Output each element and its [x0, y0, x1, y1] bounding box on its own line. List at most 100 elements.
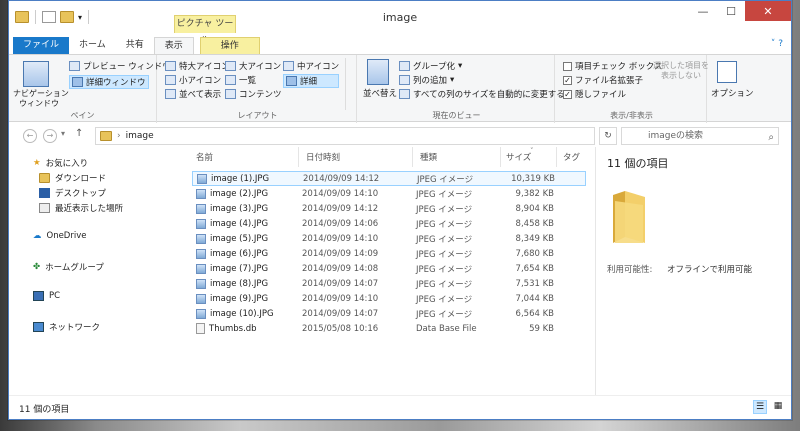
ribbon: ナビゲーション ウィンドウ プレビュー ウィンドウ 詳細ウィンドウ ペイン 特大…: [9, 54, 791, 123]
column-header-date[interactable]: 日付時刻: [306, 151, 340, 163]
layout-small-icons[interactable]: 小アイコン: [165, 74, 221, 86]
layout-label: 詳細: [300, 77, 318, 87]
minimize-button[interactable]: —: [689, 1, 717, 21]
file-row[interactable]: image (3).JPG 2014/09/09 14:12 JPEG イメージ 8,…: [192, 201, 586, 216]
layout-gallery-scrollbar[interactable]: [345, 58, 355, 110]
preview-pane-button[interactable]: プレビュー ウィンドウ: [69, 60, 171, 72]
layout-icon: [225, 61, 236, 71]
column-divider[interactable]: [500, 147, 501, 167]
column-divider[interactable]: [556, 147, 557, 167]
navigation-pane-button[interactable]: ナビゲーション ウィンドウ: [13, 89, 69, 109]
add-column-label: 列の追加: [413, 76, 448, 86]
image-file-icon: [196, 218, 206, 229]
up-arrow-icon[interactable]: ↑: [75, 128, 83, 139]
forward-button[interactable]: →: [43, 129, 57, 143]
file-row[interactable]: image (5).JPG 2014/09/09 14:10 JPEG イメージ 8,…: [192, 231, 586, 246]
layout-tiles[interactable]: 並べて表示: [165, 88, 221, 100]
file-date: 2014/09/09 14:07: [302, 308, 379, 319]
details-view-button[interactable]: ☰: [753, 400, 767, 414]
tab-manage[interactable]: 操作: [199, 37, 260, 55]
tab-view[interactable]: 表示: [153, 37, 194, 55]
hide-selected-button[interactable]: 選択した項目を 表示しない: [653, 61, 709, 81]
column-header-name[interactable]: 名前: [196, 151, 213, 163]
file-name: Thumbs.db: [209, 323, 257, 334]
nav-item-network[interactable]: ネットワーク: [33, 321, 100, 333]
file-row[interactable]: image (9).JPG 2014/09/09 14:10 JPEG イメージ 7,…: [192, 291, 586, 306]
fit-columns-button[interactable]: すべての列のサイズを自動的に変更する: [399, 88, 565, 100]
back-button[interactable]: ←: [23, 129, 37, 143]
tab-share[interactable]: 共有: [116, 37, 154, 55]
column-header-tag[interactable]: タグ: [563, 151, 580, 163]
file-date: 2014/09/09 14:10: [302, 293, 379, 304]
details-pane-button[interactable]: 詳細ウィンドウ: [69, 75, 149, 89]
layout-details[interactable]: 詳細: [283, 74, 339, 88]
file-row[interactable]: image (2).JPG 2014/09/09 14:10 JPEG イメージ 9,…: [192, 186, 586, 201]
show-hide-group: 項目チェック ボックス ✓ ファイル名拡張子 ✓ 隠しファイル 選択した項目を 表示…: [557, 55, 709, 123]
layout-extra-large-icons[interactable]: 特大アイコン: [165, 60, 230, 72]
help-icon[interactable]: ˅ ?: [771, 39, 783, 49]
file-row[interactable]: image (8).JPG 2014/09/09 14:07 JPEG イメージ 7,…: [192, 276, 586, 291]
navigation-pane: ★ お気に入り ダウンロード デスクトップ 最近表示した場所 ☁ OneDrive …: [9, 151, 182, 396]
layout-icon: [165, 75, 176, 85]
nav-item-label: 最近表示した場所: [55, 204, 124, 214]
column-divider[interactable]: [412, 147, 413, 167]
file-name: image (2).JPG: [210, 188, 269, 199]
file-type: JPEG イメージ: [416, 249, 473, 260]
group-by-button[interactable]: グループ化 ▾: [399, 60, 462, 72]
hidden-files-toggle[interactable]: ✓ 隠しファイル: [563, 88, 626, 100]
nav-item-onedrive[interactable]: ☁ OneDrive: [33, 231, 86, 241]
file-size: 6,564 KB: [515, 308, 554, 319]
add-column-button[interactable]: 列の追加 ▾: [399, 74, 454, 86]
group-by-icon: [399, 61, 410, 71]
address-bar[interactable]: › image: [95, 127, 595, 145]
file-list: 名前 日付時刻 種類 サイズ ˅ タグ image (1).JPG 2014/09…: [186, 147, 596, 395]
refresh-button[interactable]: ↻: [599, 127, 617, 145]
maximize-button[interactable]: ☐: [717, 1, 745, 21]
file-extension-toggle[interactable]: ✓ ファイル名拡張子: [563, 74, 643, 86]
options-button[interactable]: オプション: [711, 87, 754, 99]
column-header-size[interactable]: サイズ: [506, 151, 531, 163]
layout-large-icons[interactable]: 大アイコン: [225, 60, 281, 72]
large-icons-view-button[interactable]: ▦: [771, 400, 785, 414]
database-file-icon: [196, 323, 205, 334]
nav-item-desktop[interactable]: デスクトップ: [39, 187, 106, 199]
pc-icon: [33, 291, 44, 301]
layout-icon: [165, 89, 176, 99]
file-size: 7,531 KB: [515, 278, 554, 289]
nav-item-homegroup[interactable]: ✤ ホームグループ: [33, 261, 104, 273]
file-date: 2014/09/09 14:06: [302, 218, 379, 229]
file-row[interactable]: image (10).JPG 2014/09/09 14:07 JPEG イメージ 6…: [192, 306, 586, 321]
file-row[interactable]: Thumbs.db 2015/05/08 10:16 Data Base File 5…: [192, 321, 586, 336]
status-item-count: 11 個の項目: [19, 405, 70, 415]
file-size: 8,904 KB: [515, 203, 554, 214]
layout-medium-icons[interactable]: 中アイコン: [283, 60, 339, 72]
options-group: オプション: [709, 55, 754, 123]
column-header-type[interactable]: 種類: [420, 151, 437, 163]
file-row[interactable]: image (4).JPG 2014/09/09 14:06 JPEG イメージ 8,…: [192, 216, 586, 231]
item-checkbox-toggle[interactable]: 項目チェック ボックス: [563, 60, 662, 72]
layout-content[interactable]: コンテンツ: [225, 88, 282, 100]
file-type: JPEG イメージ: [416, 219, 473, 230]
sort-by-button[interactable]: 並べ替え: [363, 87, 397, 99]
recent-locations-icon[interactable]: ▾: [61, 129, 65, 138]
image-file-icon: [196, 233, 206, 244]
search-icon: ⌕: [768, 132, 774, 143]
column-divider[interactable]: [298, 147, 299, 167]
nav-item-recent[interactable]: 最近表示した場所: [39, 202, 123, 214]
nav-item-favorites[interactable]: ★ お気に入り: [33, 157, 88, 169]
breadcrumb-folder[interactable]: image: [126, 131, 154, 141]
layout-list[interactable]: 一覧: [225, 74, 256, 86]
file-row[interactable]: image (6).JPG 2014/09/09 14:09 JPEG イメージ 7,…: [192, 246, 586, 261]
tab-file[interactable]: ファイル: [13, 37, 70, 55]
nav-item-downloads[interactable]: ダウンロード: [39, 172, 106, 184]
close-button[interactable]: ✕: [745, 1, 791, 21]
search-input[interactable]: imageの検索 ⌕: [621, 127, 779, 145]
file-row[interactable]: image (1).JPG 2014/09/09 14:12 JPEG イメージ 10…: [192, 171, 586, 186]
window-title: image: [382, 11, 418, 24]
image-file-icon: [196, 278, 206, 289]
tab-home[interactable]: ホーム: [69, 37, 116, 55]
add-column-icon: [399, 75, 410, 85]
nav-item-pc[interactable]: PC: [33, 291, 60, 301]
image-file-icon: [196, 248, 206, 259]
file-row[interactable]: image (7).JPG 2014/09/09 14:08 JPEG イメージ 7,…: [192, 261, 586, 276]
